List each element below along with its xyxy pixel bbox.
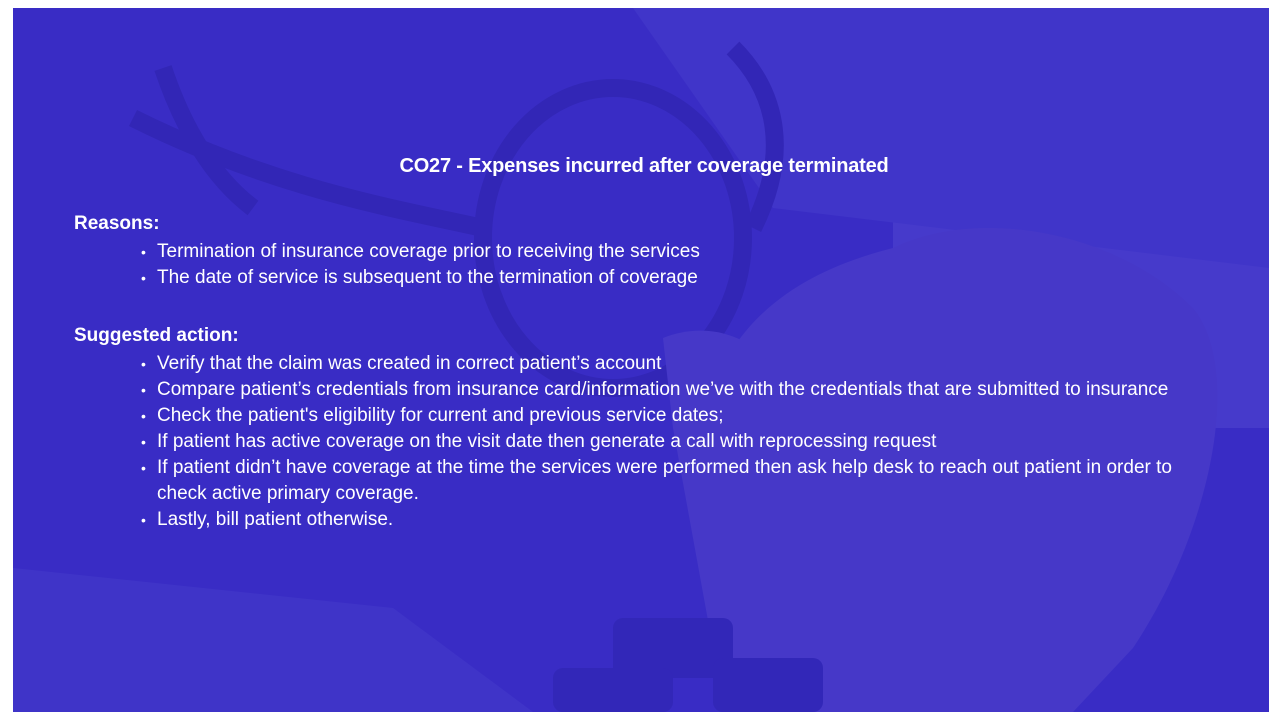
list-item: • Lastly, bill patient otherwise.: [139, 507, 1219, 533]
bullet-icon: •: [141, 382, 146, 398]
list-item-text: If patient didn’t have coverage at the t…: [157, 457, 1172, 504]
slide-title: CO27 - Expenses incurred after coverage …: [399, 155, 889, 177]
slide-content: CO27 - Expenses incurred after coverage …: [13, 8, 1269, 712]
list-item-text: Termination of insurance coverage prior …: [157, 241, 700, 262]
bullet-icon: •: [141, 408, 146, 424]
list-item: • Termination of insurance coverage prior…: [139, 239, 1219, 265]
list-item-text: Lastly, bill patient otherwise.: [157, 509, 394, 530]
list-item-text: The date of service is subsequent to the…: [157, 267, 698, 288]
list-item: • Check the patient's eligibility for cur…: [139, 403, 1219, 429]
list-item: • If patient didn’t have coverage at the …: [139, 455, 1219, 507]
suggested-action-list: • Verify that the claim was created in co…: [139, 351, 1219, 533]
list-item: • The date of service is subsequent to th…: [139, 265, 1219, 291]
list-item-text: Verify that the claim was created in cor…: [157, 353, 662, 374]
list-item: • Verify that the claim was created in co…: [139, 351, 1219, 377]
list-item: • Compare patient’s credentials from insu…: [139, 377, 1219, 403]
suggested-action-heading: Suggested action:: [74, 325, 239, 346]
reasons-heading: Reasons:: [74, 213, 160, 234]
bullet-icon: •: [141, 460, 146, 476]
bullet-icon: •: [141, 434, 146, 450]
list-item-text: Check the patient's eligibility for curr…: [157, 405, 724, 426]
reasons-list: • Termination of insurance coverage prior…: [139, 239, 1219, 291]
slide-frame: CO27 - Expenses incurred after coverage …: [13, 8, 1269, 712]
list-item-text: Compare patient’s credentials from insur…: [157, 379, 1169, 400]
list-item-text: If patient has active coverage on the vi…: [157, 431, 937, 452]
bullet-icon: •: [141, 244, 146, 260]
bullet-icon: •: [141, 270, 146, 286]
bullet-icon: •: [141, 512, 146, 528]
bullet-icon: •: [141, 356, 146, 372]
list-item: • If patient has active coverage on the v…: [139, 429, 1219, 455]
